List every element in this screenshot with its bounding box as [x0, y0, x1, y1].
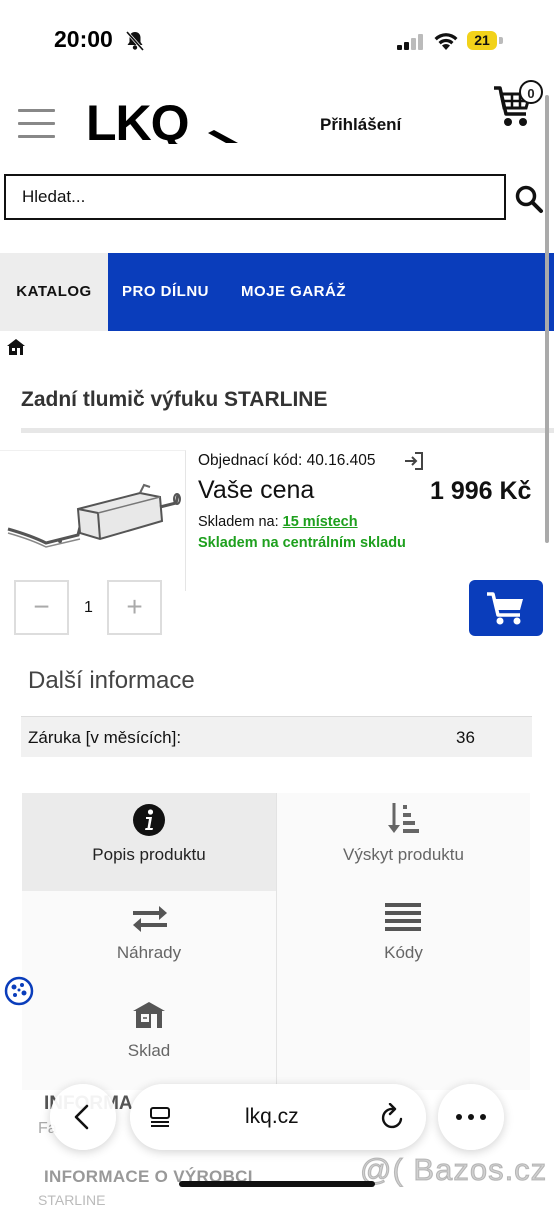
scrollbar[interactable] — [545, 95, 549, 543]
lkq-logo[interactable]: LKQ — [86, 100, 244, 144]
tab-pro-dilnu[interactable]: PRO DÍLNU — [122, 253, 209, 331]
tile-label: Popis produktu — [92, 845, 206, 864]
svg-text:LKQ: LKQ — [86, 100, 189, 144]
cart-icon — [487, 592, 523, 625]
home-indicator[interactable] — [179, 1181, 375, 1187]
quantity-input[interactable]: 1 — [70, 580, 107, 635]
sort-list-icon — [388, 803, 419, 833]
cookie-settings-icon[interactable] — [4, 976, 34, 1006]
chevron-left-icon — [74, 1104, 89, 1130]
battery-tip — [499, 37, 503, 44]
sign-in-icon[interactable] — [403, 450, 425, 472]
tab-replacements[interactable]: Náhrady — [22, 891, 276, 989]
warranty-label: Záruka [v měsících]: — [28, 728, 182, 747]
stock-prefix: Skladem na: — [198, 514, 279, 530]
search-icon[interactable] — [514, 184, 544, 214]
home-icon[interactable] — [6, 338, 26, 356]
tile-label: Výskyt produktu — [343, 845, 464, 864]
swap-arrows-icon — [133, 906, 167, 932]
page-title: Zadní tlumič výfuku STARLINE — [21, 388, 328, 411]
tab-katalog[interactable]: KATALOG — [0, 253, 108, 331]
section-heading: Další informace — [28, 667, 195, 694]
tab-warehouse[interactable]: Sklad — [22, 989, 276, 1087]
wifi-icon — [434, 33, 458, 50]
stock-locations-link[interactable]: 15 místech — [283, 514, 358, 530]
price-label: Vaše cena — [198, 476, 315, 504]
battery-indicator: 21 — [467, 31, 497, 50]
list-lines-icon — [385, 903, 421, 931]
info-icon — [133, 804, 165, 836]
search-input[interactable]: Hledat... — [4, 174, 506, 220]
browser-back-button[interactable] — [50, 1084, 116, 1150]
browser-more-button[interactable] — [438, 1084, 504, 1150]
tile-label: Sklad — [127, 1041, 171, 1060]
watermark: @( Bazos.cz — [359, 1152, 548, 1188]
quantity-increase-button[interactable]: + — [107, 580, 162, 635]
reload-icon[interactable] — [380, 1103, 406, 1131]
tab-product-description[interactable]: Popis produktu — [22, 793, 276, 891]
product-image[interactable] — [0, 450, 186, 591]
tile-label: Náhrady — [116, 943, 182, 962]
stock-info: Skladem na: 15 místech — [198, 514, 358, 530]
more-dots-icon — [456, 1114, 486, 1120]
menu-icon[interactable] — [18, 109, 55, 139]
bell-off-icon — [125, 31, 145, 51]
status-time: 20:00 — [54, 26, 113, 52]
warranty-value: 36 — [456, 728, 475, 747]
order-code: Objednací kód: 40.16.405 — [198, 452, 376, 469]
warehouse-icon — [133, 1002, 165, 1028]
stock-central-status: Skladem na centrálním skladu — [198, 535, 406, 551]
cart-count-badge: 0 — [519, 80, 543, 104]
tabs-icon — [150, 1107, 170, 1127]
tab-codes[interactable]: Kódy — [276, 891, 530, 989]
signal-icon — [397, 34, 423, 50]
quantity-decrease-button[interactable]: − — [14, 580, 69, 635]
price-value: 1 996 Kč — [430, 477, 532, 505]
manufacturer-name: STARLINE — [38, 1192, 106, 1208]
divider — [21, 428, 554, 433]
tile-label: Kódy — [384, 943, 423, 962]
tab-moje-garaz[interactable]: MOJE GARÁŽ — [241, 253, 346, 331]
add-to-cart-button[interactable] — [469, 580, 543, 636]
login-link[interactable]: Přihlášení — [320, 115, 401, 135]
url-text[interactable]: lkq.cz — [245, 1105, 299, 1129]
tab-product-occurrence[interactable]: Výskyt produktu — [276, 793, 530, 891]
tile-placeholder — [276, 989, 530, 1087]
